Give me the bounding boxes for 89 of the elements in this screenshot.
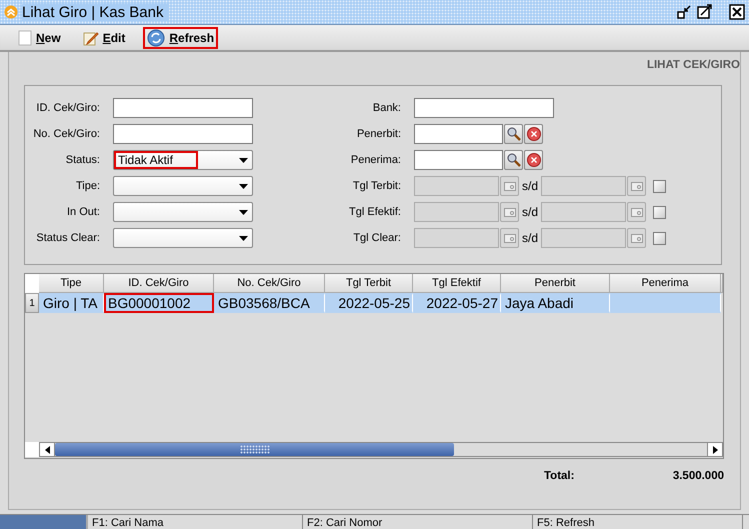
left-arrow-icon	[44, 446, 50, 454]
maximize-icon[interactable]	[697, 4, 713, 20]
clear-button[interactable]	[524, 124, 543, 144]
field-label: Tgl Clear:	[352, 232, 401, 244]
toolbar-button[interactable]: Edit	[78, 26, 130, 48]
field-label: Bank:	[372, 102, 401, 114]
column-header[interactable]: No. Cek/Giro	[214, 274, 325, 293]
column-header[interactable]: Penerima	[610, 274, 721, 293]
right-arrow-icon	[712, 446, 718, 454]
caret-icon	[239, 236, 248, 240]
field-label: Penerbit:	[356, 128, 401, 140]
search-icon	[506, 153, 520, 167]
calendar-icon	[504, 208, 516, 216]
input-field[interactable]	[414, 124, 503, 144]
checkbox[interactable]	[653, 180, 666, 192]
toolbar-button[interactable]: Refresh	[143, 26, 218, 48]
field-label: In Out:	[66, 206, 100, 218]
calendar-icon	[504, 234, 516, 242]
caret-icon	[239, 210, 248, 214]
page-icon	[18, 30, 32, 46]
date-field[interactable]	[414, 202, 499, 222]
dropdown[interactable]	[113, 228, 253, 248]
field-label: Status Clear:	[35, 232, 100, 244]
table-cell: 2022-05-25	[325, 293, 413, 313]
input-field[interactable]	[414, 150, 503, 170]
field-label: Tipe:	[74, 180, 100, 192]
total-value: 3.500.000	[672, 470, 724, 482]
date-field[interactable]	[541, 176, 626, 196]
calendar-icon	[630, 182, 643, 190]
dropdown[interactable]: Tidak Aktif	[113, 150, 253, 170]
field-label: Penerima:	[350, 154, 401, 166]
input-field[interactable]	[113, 124, 253, 144]
calendar-icon	[504, 182, 516, 190]
column-header[interactable]: Tgl Efektif	[413, 274, 501, 293]
search-button[interactable]	[504, 150, 523, 170]
column-header[interactable]: ID. Cek/Giro	[104, 274, 214, 293]
input-field[interactable]	[414, 98, 554, 118]
scrollbar[interactable]	[25, 442, 723, 457]
input-field[interactable]	[113, 98, 253, 118]
close-icon	[526, 127, 540, 141]
field-label: Tgl Terbit:	[352, 180, 401, 192]
table-cell: BG00001002	[104, 293, 214, 313]
status-text: F1: Cari Nama	[88, 515, 303, 529]
dropdown[interactable]	[113, 202, 253, 222]
date-field[interactable]	[414, 176, 499, 196]
date-field[interactable]	[414, 228, 499, 248]
app-icon	[4, 5, 18, 19]
checkbox[interactable]	[653, 206, 666, 218]
window-title: Lihat Giro | Kas Bank	[22, 4, 170, 20]
scroll-right-button[interactable]	[707, 442, 723, 457]
row-number: 1	[25, 293, 39, 313]
calendar-icon	[630, 234, 643, 242]
search-icon	[506, 127, 520, 141]
refresh-icon	[147, 28, 166, 46]
caret-icon	[239, 158, 248, 162]
close-icon	[526, 153, 540, 167]
restore-icon[interactable]	[677, 4, 693, 20]
table-cell: 2022-05-27	[413, 293, 501, 313]
field-label: ID. Cek/Giro:	[35, 102, 100, 114]
scrollbar-corner	[25, 442, 39, 457]
table-cell: GB03568/BCA	[214, 293, 325, 313]
scroll-left-button[interactable]	[39, 442, 55, 457]
table-cell: Giro | TA	[39, 293, 104, 313]
column-header[interactable]: Tgl Terbit	[325, 274, 413, 293]
calendar-icon	[630, 208, 643, 216]
checkbox[interactable]	[653, 232, 666, 244]
clear-button[interactable]	[524, 150, 543, 170]
column-header[interactable]: Tipe	[39, 274, 104, 293]
field-label: No. Cek/Giro:	[32, 128, 100, 140]
close-icon[interactable]	[729, 4, 745, 20]
field-label: Tgl Efektif:	[348, 206, 401, 218]
date-field[interactable]	[541, 202, 626, 222]
search-button[interactable]	[504, 124, 523, 144]
table-corner	[25, 274, 39, 293]
field-label: Status:	[64, 154, 100, 166]
toolbar-button[interactable]: New	[14, 26, 65, 48]
status-text: F2: Cari Nomor	[303, 515, 533, 529]
range-separator: s/d	[522, 179, 538, 193]
section-heading: LIHAT CEK/GIRO	[646, 59, 740, 71]
range-separator: s/d	[522, 205, 538, 219]
date-field[interactable]	[541, 228, 626, 248]
range-separator: s/d	[522, 231, 538, 245]
total-label: Total:	[544, 470, 574, 482]
table-cell: Jaya Abadi	[501, 293, 610, 313]
pencil-icon	[82, 30, 99, 46]
caret-icon	[239, 184, 248, 188]
status-text: F5: Refresh	[533, 515, 743, 529]
column-header[interactable]: Penerbit	[501, 274, 610, 293]
dropdown[interactable]	[113, 176, 253, 196]
